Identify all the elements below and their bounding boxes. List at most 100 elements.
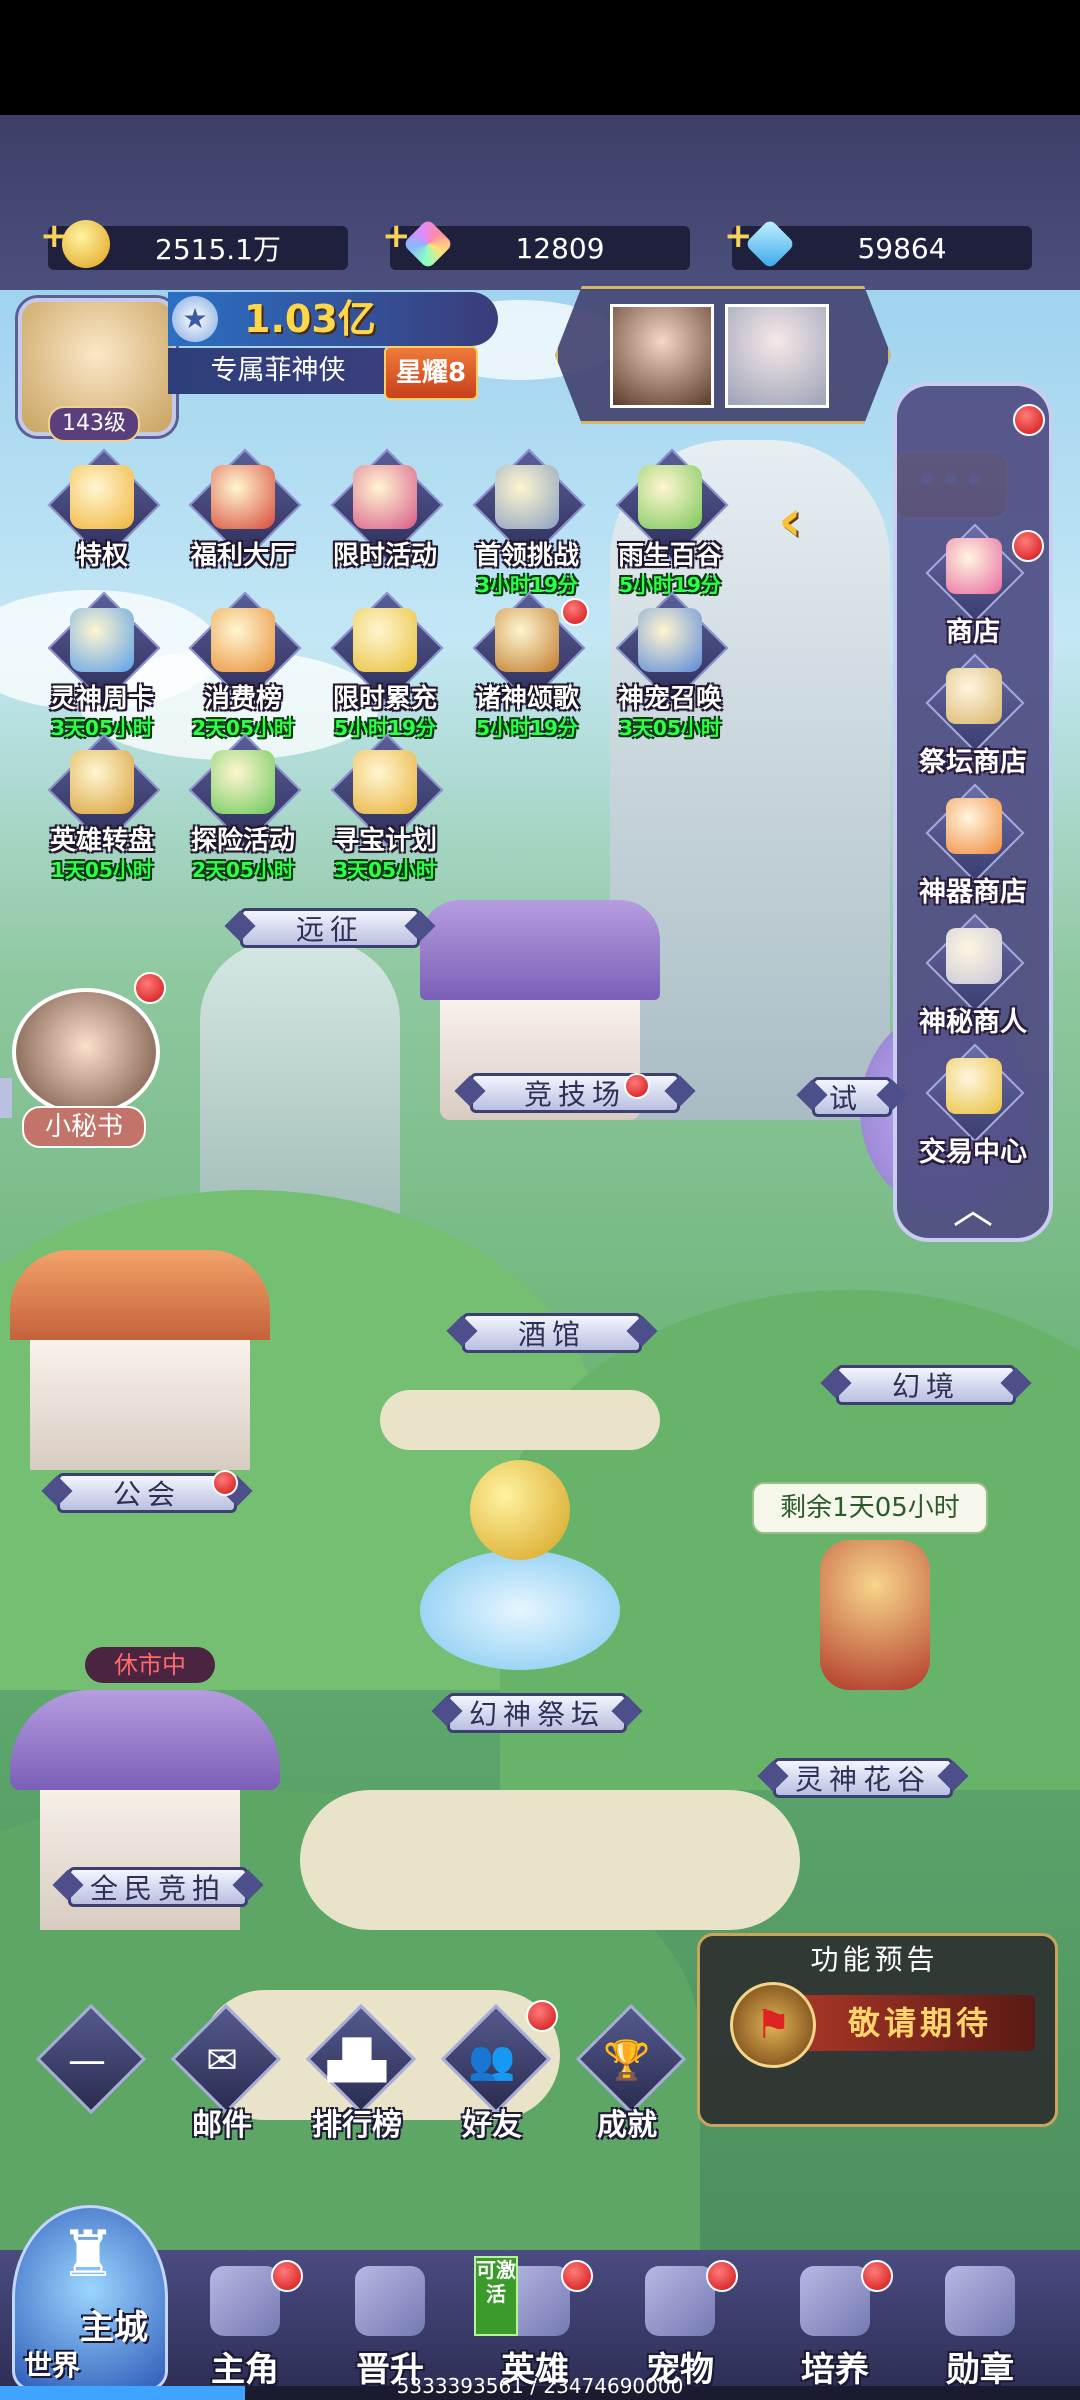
nav-notification-dot — [561, 2260, 593, 2292]
activity-timer: 2天05小时 — [192, 858, 294, 882]
activity-9[interactable]: 诸神颂歌 5小时19分 — [467, 591, 589, 748]
activity-2[interactable]: 福利大厅 — [183, 448, 303, 605]
guild-notification-dot — [212, 1470, 238, 1496]
activity-icon — [353, 608, 417, 672]
shop-item-2[interactable]: 祭坛商店 — [898, 653, 1048, 780]
mini-menu-item-5[interactable]: 🏆 成就 — [572, 2003, 687, 2143]
activity-icon — [70, 608, 134, 672]
mini-menu-label: 成就 — [597, 2108, 657, 2143]
add-crystal-icon[interactable]: + — [382, 216, 411, 256]
secretary-avatar[interactable] — [12, 988, 160, 1116]
hero-sprite[interactable] — [820, 1540, 930, 1690]
auction-label[interactable]: 全民竞拍 — [68, 1867, 248, 1907]
resource-diamond[interactable]: + 59864 — [724, 216, 1032, 270]
mini-menu-label: 邮件 — [192, 2108, 252, 2143]
notification-dot — [1013, 404, 1045, 436]
player-id-footer: 5333393561 / 23474690000 — [396, 2374, 684, 2398]
arena-notification-dot — [624, 1073, 650, 1099]
companion-portrait-1[interactable] — [610, 304, 714, 408]
shop-item-label: 祭坛商店 — [919, 747, 1027, 778]
feature-preview-text: 敬请期待 — [847, 2004, 992, 2042]
mini-menu-item-4[interactable]: 👥 好友 — [437, 2003, 552, 2143]
panel-collapse-icon[interactable]: ︿ — [933, 1190, 1013, 1230]
activity-icon — [70, 465, 134, 529]
altar-label[interactable]: 幻神祭坛 — [447, 1693, 627, 1733]
activity-notification-dot — [561, 598, 589, 626]
nav-item-icon — [355, 2266, 425, 2336]
activity-label: 探险活动 — [190, 826, 295, 856]
resource-crystal[interactable]: + 12809 — [382, 216, 690, 270]
shop-item-label: 交易中心 — [919, 1137, 1027, 1168]
flower-valley-label[interactable]: 灵神花谷 — [773, 1758, 953, 1798]
flag-icon: ⚑ — [730, 1982, 816, 2068]
gold-coin-icon — [62, 220, 110, 268]
activity-10[interactable]: 神宠召唤 3天05小时 — [610, 591, 730, 748]
activity-label: 限时活动 — [332, 541, 437, 571]
guild-label[interactable]: 公会 — [57, 1473, 237, 1513]
activity-label: 消费榜 — [203, 684, 282, 714]
resource-gold[interactable]: + 2515.1万 — [40, 216, 348, 270]
diamond-value: 59864 — [857, 231, 947, 265]
activity-icon — [211, 608, 275, 672]
activity-label: 限时累充 — [332, 684, 437, 714]
activity-1[interactable]: 特权 — [42, 448, 162, 605]
activity-13[interactable]: 寻宝计划 3天05小时 — [325, 733, 445, 890]
shop-item-5[interactable]: 交易中心 — [898, 1043, 1048, 1170]
main-city-label: 主城 — [80, 2308, 148, 2348]
shop-item-3[interactable]: 神器商店 — [898, 783, 1048, 910]
activity-timer: 3天05小时 — [619, 716, 721, 740]
left-edge-label — [0, 1078, 12, 1118]
activity-4[interactable]: 首领挑战 3小时19分 — [467, 448, 587, 605]
shop-item-4[interactable]: 神秘商人 — [898, 913, 1048, 1040]
add-diamond-icon[interactable]: + — [724, 216, 753, 256]
activity-8[interactable]: 限时累充 5小时19分 — [325, 591, 445, 748]
activity-label: 首领挑战 — [474, 541, 579, 571]
expedition-label[interactable]: 远征 — [240, 908, 420, 948]
activity-5[interactable]: 雨生百谷 5小时19分 — [610, 448, 730, 605]
companion-portrait-2[interactable] — [725, 304, 829, 408]
tavern-label[interactable]: 酒馆 — [462, 1313, 642, 1353]
trial-label[interactable]: 试 — [812, 1077, 892, 1117]
nav-item-icon — [210, 2266, 280, 2336]
activity-label: 寻宝计划 — [332, 826, 437, 856]
shop-item-icon — [946, 538, 1002, 594]
nav-notification-dot — [706, 2260, 738, 2292]
nav-item-icon — [800, 2266, 870, 2336]
activity-label: 灵神周卡 — [49, 684, 154, 714]
podium-icon: ▟▙ — [327, 2038, 387, 2082]
companion-frame — [555, 286, 891, 424]
mini-menu-label: 好友 — [462, 2108, 522, 2143]
secretary-notification-dot — [134, 972, 166, 1004]
activity-7[interactable]: 消费榜 2天05小时 — [183, 591, 303, 748]
mini-menu-item-2[interactable]: ✉ 邮件 — [167, 2003, 282, 2143]
mini-menu-item-3[interactable]: ▟▙ 排行榜 — [302, 2003, 417, 2143]
shop-item-1[interactable]: 商店 — [898, 523, 1048, 650]
activity-6[interactable]: 灵神周卡 3天05小时 — [42, 591, 162, 748]
activity-3[interactable]: 限时活动 — [325, 448, 445, 605]
activity-12[interactable]: 探险活动 2天05小时 — [183, 733, 303, 890]
activity-timer: 5小时19分 — [476, 716, 578, 740]
nav-item-icon — [645, 2266, 715, 2336]
mini-menu-label: 排行榜 — [312, 2108, 402, 2143]
player-title: 专属菲神侠 — [168, 348, 388, 394]
shop-item-icon — [946, 668, 1002, 724]
activity-label: 福利大厅 — [190, 541, 295, 571]
friends-notification-dot — [526, 2000, 558, 2032]
mail-icon: ✉ — [206, 2038, 238, 2082]
trophy-icon: 🏆 — [603, 2038, 651, 2082]
illusion-label[interactable]: 幻境 — [836, 1365, 1016, 1405]
collapse-arrow-icon[interactable]: ‹ — [778, 490, 838, 550]
activity-11[interactable]: 英雄转盘 1天05小时 — [42, 733, 162, 890]
player-power: 1.03亿 — [244, 297, 376, 341]
shop-item-icon — [946, 798, 1002, 854]
activity-icon — [353, 465, 417, 529]
activity-icon — [353, 750, 417, 814]
mini-menu-collapse[interactable]: — — [32, 2003, 147, 2140]
shop-item-label: 神器商店 — [919, 877, 1027, 908]
activity-icon — [211, 750, 275, 814]
shop-item-label: 商店 — [946, 617, 1000, 648]
crystal-value: 12809 — [515, 231, 605, 265]
player-level: 143级 — [48, 406, 140, 442]
feature-preview-title: 功能预告 — [810, 1943, 939, 1976]
activity-icon — [70, 750, 134, 814]
